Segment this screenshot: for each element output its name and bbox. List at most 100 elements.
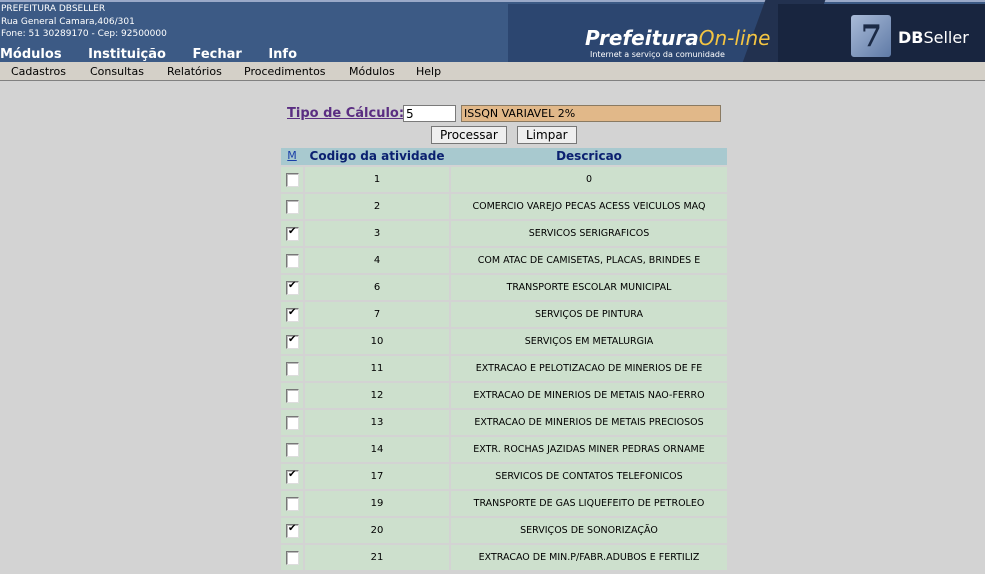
activity-code: 12 — [305, 383, 449, 408]
activity-description: SERVICOS DE CONTATOS TELEFONICOS — [451, 464, 727, 489]
activity-code: 3 — [305, 221, 449, 246]
banner: PrefeituraOn-line Internet a serviço da … — [508, 0, 985, 62]
org-address: Rua General Camara,406/301 — [1, 16, 135, 27]
table-header: M Codigo da atividade Descricao — [281, 148, 727, 165]
table-row: 4 COM ATAC DE CAMISETAS, PLACAS, BRINDES … — [281, 246, 727, 273]
mark-cell: ✔ — [281, 329, 303, 354]
row-checkbox[interactable]: ✔ — [286, 469, 299, 484]
top-menu-fechar[interactable]: Fechar — [192, 47, 241, 62]
check-icon: ✔ — [288, 280, 297, 291]
menu-relatorios[interactable]: Relatórios — [167, 65, 222, 78]
mark-cell — [281, 167, 303, 192]
row-checkbox[interactable] — [286, 497, 299, 511]
activity-description: EXTRACAO DE MINERIOS DE METAIS NAO-FERRO — [451, 383, 727, 408]
activity-description: SERVIÇOS EM METALURGIA — [451, 329, 727, 354]
table-row: 13 EXTRACAO DE MINERIOS DE METAIS PRECIOS… — [281, 408, 727, 435]
mark-cell — [281, 410, 303, 435]
row-checkbox[interactable] — [286, 200, 299, 214]
mark-cell: ✔ — [281, 302, 303, 327]
process-button[interactable]: Processar — [431, 126, 507, 144]
mark-cell — [281, 437, 303, 462]
row-checkbox[interactable] — [286, 443, 299, 457]
table-row: ✔ 20 SERVIÇOS DE SONORIZAÇÃO — [281, 516, 727, 543]
table-row: 14 EXTR. ROCHAS JAZIDAS MINER PEDRAS ORNA… — [281, 435, 727, 462]
row-checkbox[interactable] — [286, 416, 299, 430]
brand-name-light: Seller — [923, 28, 969, 47]
table-row: ✔ 10 SERVIÇOS EM METALURGIA — [281, 327, 727, 354]
activity-description: TRANSPORTE ESCOLAR MUNICIPAL — [451, 275, 727, 300]
check-icon: ✔ — [288, 334, 297, 345]
mark-cell — [281, 491, 303, 516]
org-name: PREFEITURA DBSELLER — [1, 4, 106, 14]
mark-cell: ✔ — [281, 518, 303, 543]
activity-description: SERVIÇOS DE SONORIZAÇÃO — [451, 518, 727, 543]
activity-description: SERVIÇOS DE PINTURA — [451, 302, 727, 327]
menu-help[interactable]: Help — [416, 65, 441, 78]
menu-modulos[interactable]: Módulos — [349, 65, 395, 78]
tipo-calculo-desc-field — [461, 105, 721, 122]
row-checkbox[interactable] — [286, 254, 299, 268]
header-descricao: Descricao — [556, 149, 622, 163]
row-checkbox[interactable] — [286, 551, 299, 565]
activity-code: 2 — [305, 194, 449, 219]
menu-cadastros[interactable]: Cadastros — [11, 65, 66, 78]
row-checkbox[interactable]: ✔ — [286, 523, 299, 538]
banner-title-bold: Prefeitura — [585, 26, 699, 50]
top-menu-info[interactable]: Info — [268, 47, 297, 62]
table-row: 10 — [281, 165, 727, 192]
check-icon: ✔ — [288, 226, 297, 237]
tipo-calculo-code-input[interactable] — [403, 105, 456, 122]
row-checkbox[interactable]: ✔ — [286, 280, 299, 295]
mark-cell — [281, 545, 303, 570]
row-checkbox[interactable] — [286, 362, 299, 376]
menu-bar: Cadastros Consultas Relatórios Procedime… — [0, 62, 985, 81]
table-body: 1 0 2 COMERCIO VAREJO PECAS ACESS VEICULOS … — [281, 165, 727, 570]
clear-button[interactable]: Limpar — [517, 126, 577, 144]
check-icon: ✔ — [288, 469, 297, 480]
activity-code: 14 — [305, 437, 449, 462]
activity-description: COMERCIO VAREJO PECAS ACESS VEICULOS MAQ — [451, 194, 727, 219]
top-menu-modulos[interactable]: Módulos — [0, 47, 62, 62]
row-checkbox[interactable]: ✔ — [286, 226, 299, 241]
activity-code: 4 — [305, 248, 449, 273]
menu-consultas[interactable]: Consultas — [90, 65, 144, 78]
activity-code: 19 — [305, 491, 449, 516]
activity-description: EXTR. ROCHAS JAZIDAS MINER PEDRAS ORNAME — [451, 437, 727, 462]
menu-procedimentos[interactable]: Procedimentos — [244, 65, 326, 78]
activity-code: 13 — [305, 410, 449, 435]
activity-description: EXTRACAO DE MINERIOS DE METAIS PRECIOSOS — [451, 410, 727, 435]
table-row: 11 EXTRACAO E PELOTIZACAO DE MINERIOS DE … — [281, 354, 727, 381]
activity-code: 6 — [305, 275, 449, 300]
row-checkbox[interactable]: ✔ — [286, 307, 299, 322]
check-icon: ✔ — [288, 523, 297, 534]
top-menu-instituicao[interactable]: Instituição — [88, 47, 166, 62]
activity-description: EXTRACAO E PELOTIZACAO DE MINERIOS DE FE — [451, 356, 727, 381]
activity-code: 21 — [305, 545, 449, 570]
table-row: ✔ 7 SERVIÇOS DE PINTURA — [281, 300, 727, 327]
table-row: ✔ 17 SERVICOS DE CONTATOS TELEFONICOS — [281, 462, 727, 489]
brand-name: DBSeller — [898, 28, 969, 47]
row-checkbox[interactable] — [286, 389, 299, 403]
tipo-calculo-link[interactable]: Tipo de Cálculo: — [287, 106, 404, 121]
table-row: 19 TRANSPORTE DE GAS LIQUEFEITO DE PETROL… — [281, 489, 727, 516]
activity-description: SERVICOS SERIGRAFICOS — [451, 221, 727, 246]
banner-title: PrefeituraOn-line — [585, 26, 770, 50]
activity-code: 7 — [305, 302, 449, 327]
activity-code: 20 — [305, 518, 449, 543]
row-checkbox[interactable]: ✔ — [286, 334, 299, 349]
top-menu: Módulos Instituição Fechar Info — [0, 47, 319, 62]
mark-cell: ✔ — [281, 221, 303, 246]
activity-code: 17 — [305, 464, 449, 489]
table-row: 2 COMERCIO VAREJO PECAS ACESS VEICULOS MA… — [281, 192, 727, 219]
row-checkbox[interactable] — [286, 173, 299, 187]
org-info: PREFEITURA DBSELLER Rua General Camara,4… — [1, 3, 167, 41]
table-row: ✔ 3 SERVICOS SERIGRAFICOS — [281, 219, 727, 246]
mark-all-link[interactable]: M — [281, 149, 303, 162]
activity-code: 1 — [305, 167, 449, 192]
activity-description: 0 — [451, 167, 727, 192]
mark-cell: ✔ — [281, 464, 303, 489]
activity-description: COM ATAC DE CAMISETAS, PLACAS, BRINDES E — [451, 248, 727, 273]
banner-subtitle: Internet a serviço da comunidade — [590, 50, 725, 59]
table-row: 12 EXTRACAO DE MINERIOS DE METAIS NAO-FER… — [281, 381, 727, 408]
activities-table: M Codigo da atividade Descricao 1 0 2 COMER… — [281, 148, 727, 570]
